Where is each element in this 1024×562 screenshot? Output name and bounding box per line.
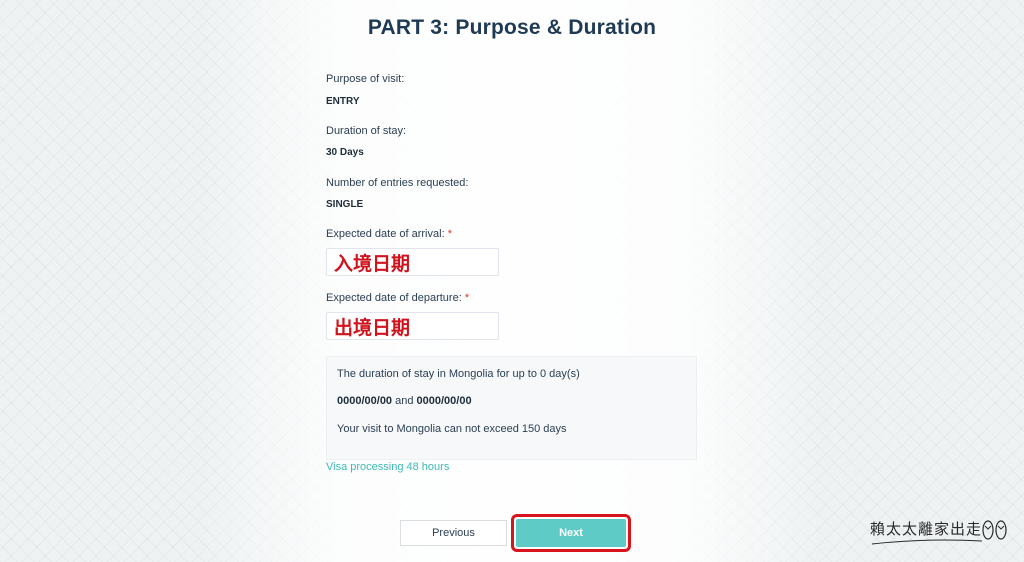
purpose-label: Purpose of visit: <box>326 73 405 85</box>
stay-end-date: 0000/00/00 <box>416 395 472 407</box>
stay-start-date: 0000/00/00 <box>337 395 393 407</box>
duration-label: Duration of stay: <box>326 125 407 137</box>
entries-value: SINGLE <box>326 199 364 210</box>
stay-limit-text: Your visit to Mongolia can not exceed 15… <box>337 423 567 435</box>
form-panel-background <box>200 0 824 562</box>
page-title: PART 3: Purpose & Duration <box>367 16 657 39</box>
departure-label: Expected date of departure: * <box>326 292 469 304</box>
required-marker: * <box>447 228 452 240</box>
next-button[interactable]: Next <box>516 519 626 547</box>
stay-date-range: 0000/00/00 and 0000/00/00 <box>337 395 472 407</box>
departure-date-input[interactable] <box>326 312 499 340</box>
blog-watermark: 賴太太離家出走 <box>866 514 1014 550</box>
arrival-label: Expected date of arrival: * <box>326 228 452 240</box>
stay-duration-text: The duration of stay in Mongolia for up … <box>337 368 580 380</box>
stay-info-box: The duration of stay in Mongolia for up … <box>326 356 697 460</box>
purpose-value: ENTRY <box>326 96 360 107</box>
visa-processing-note: Visa processing 48 hours <box>326 461 450 473</box>
date-range-joiner: and <box>392 395 417 407</box>
previous-button[interactable]: Previous <box>400 520 507 546</box>
departure-label-text: Expected date of departure: <box>326 292 462 304</box>
entries-label: Number of entries requested: <box>326 177 469 189</box>
arrival-label-text: Expected date of arrival: <box>326 228 445 240</box>
sandals-icon <box>871 520 1007 545</box>
arrival-date-input[interactable] <box>326 248 499 276</box>
duration-value: 30 Days <box>326 147 364 158</box>
required-marker: * <box>464 292 470 304</box>
